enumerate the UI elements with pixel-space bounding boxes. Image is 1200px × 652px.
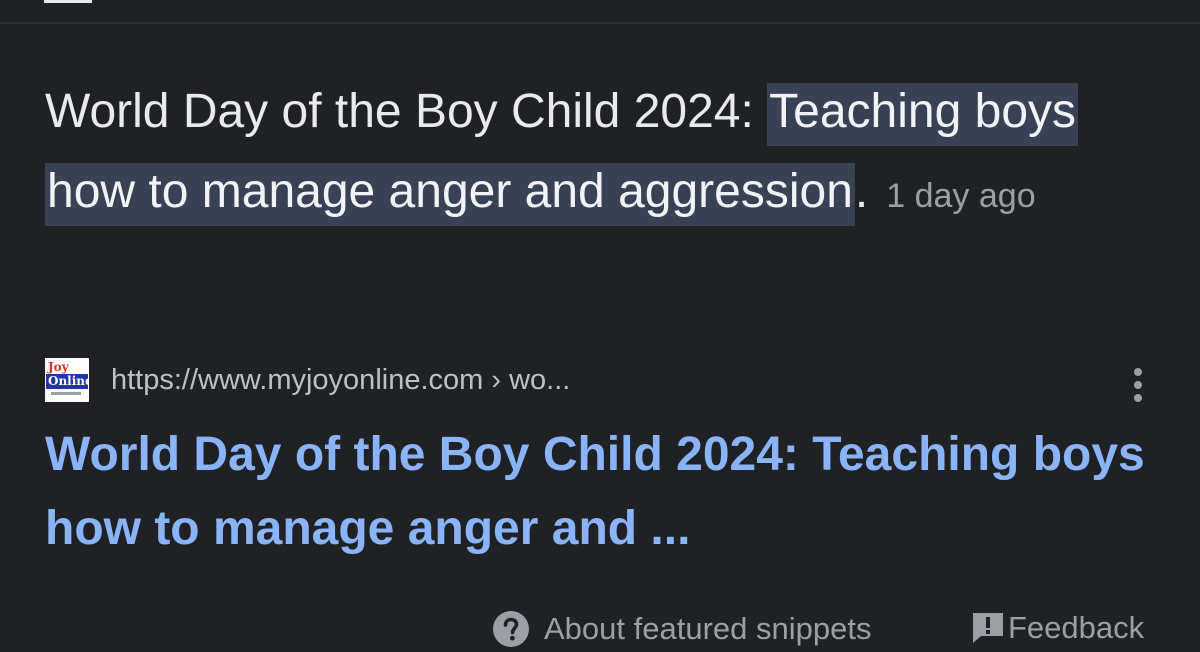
result-url[interactable]: https://www.myjoyonline.com › wo... (111, 364, 570, 397)
tab-indicator (44, 0, 92, 3)
about-label: About featured snippets (544, 611, 872, 646)
feedback-label: Feedback (1008, 610, 1145, 645)
snippet-footer: About featured snippets Feedback (0, 604, 1200, 652)
more-vert-icon[interactable] (1126, 366, 1150, 406)
favicon-online-text: Online (46, 374, 89, 389)
help-circle-icon (493, 611, 529, 647)
result-source[interactable]: Joy Online https://www.myjoyonline.com ›… (45, 356, 570, 404)
favicon-tagline (51, 392, 81, 395)
snippet-period: . (854, 165, 869, 218)
about-featured-snippets-link[interactable]: About featured snippets (492, 610, 871, 648)
snippet-plain-text: World Day of the Boy Child 2024: (45, 85, 768, 138)
site-favicon: Joy Online (45, 358, 89, 402)
top-divider (0, 0, 1200, 24)
featured-snippet-text: World Day of the Boy Child 2024: Teachin… (45, 72, 1145, 236)
favicon-joy-text: Joy (48, 360, 69, 374)
url-breadcrumb: › wo... (483, 363, 571, 396)
feedback-icon (973, 613, 1003, 643)
snippet-date: 1 day ago (886, 177, 1036, 215)
url-domain: https://www.myjoyonline.com (111, 363, 484, 396)
feedback-button[interactable]: Feedback (970, 610, 1144, 646)
result-title-link[interactable]: World Day of the Boy Child 2024: Teachin… (45, 418, 1155, 566)
